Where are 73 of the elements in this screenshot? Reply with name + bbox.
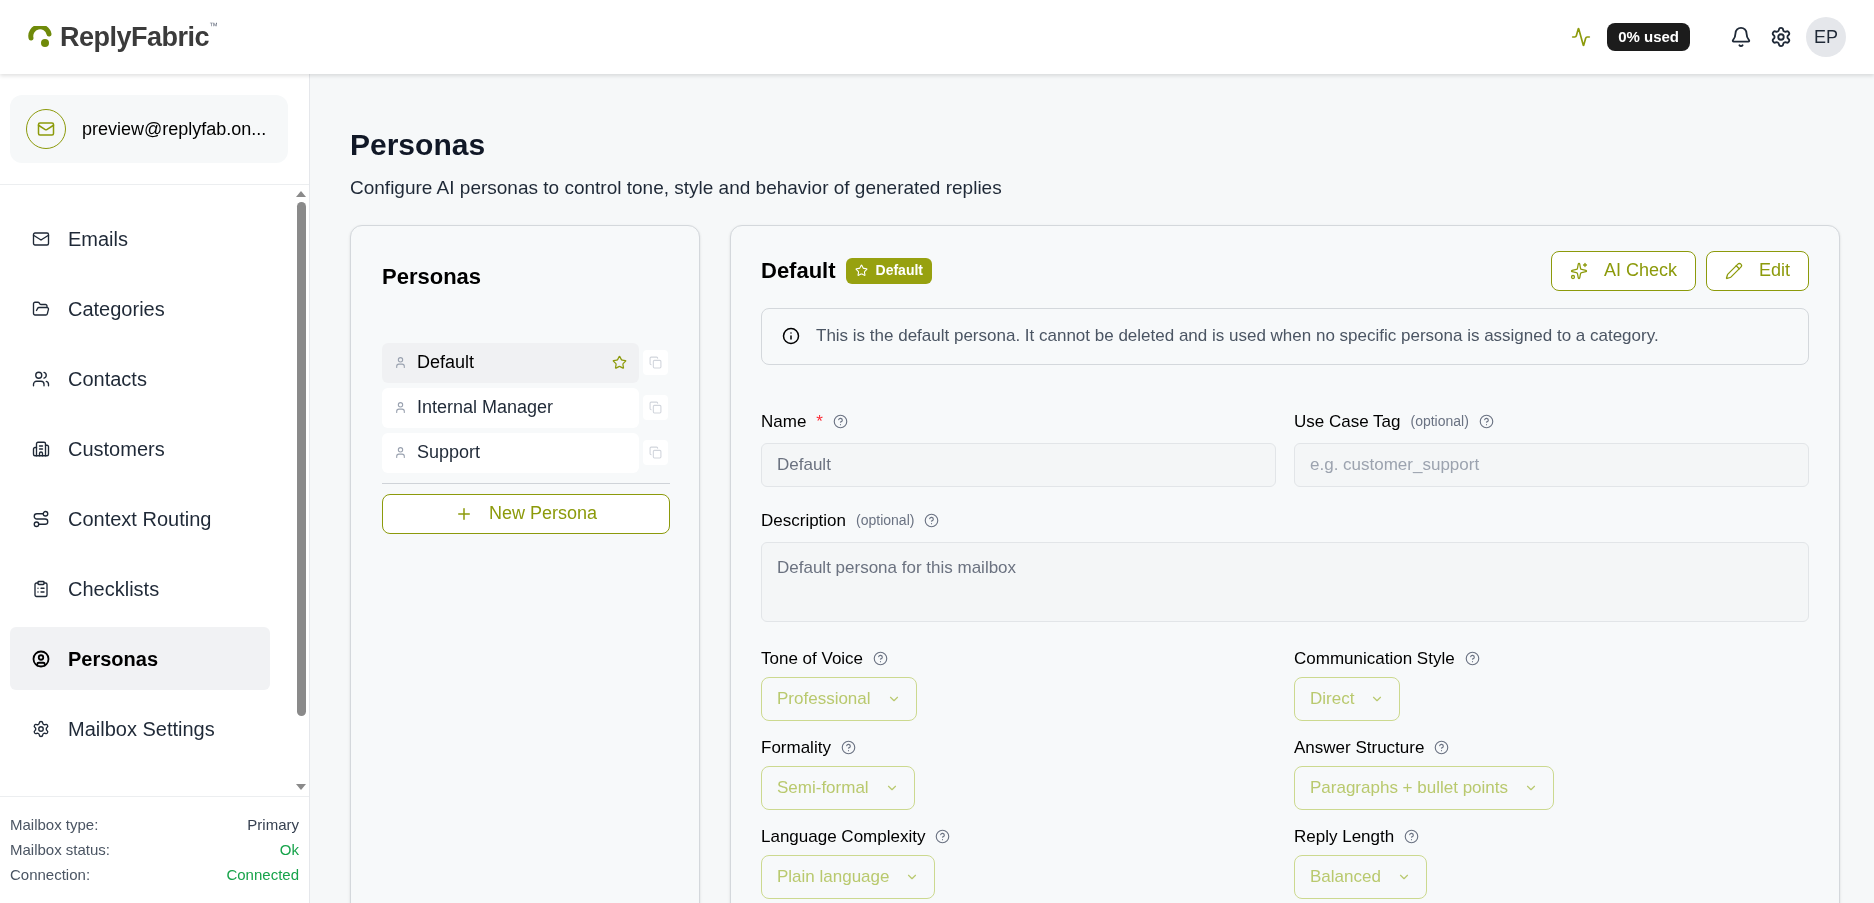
- scroll-up-icon[interactable]: [296, 190, 306, 198]
- nav-item[interactable]: Customers: [10, 417, 270, 480]
- help-icon: [1404, 829, 1420, 844]
- field-label: Tone of Voice: [761, 647, 864, 670]
- field-label: Communication Style: [1294, 647, 1455, 670]
- copy-icon: [649, 446, 663, 459]
- help-icon: [935, 829, 951, 844]
- optional-hint: (optional): [1410, 412, 1469, 431]
- field-label: Answer Structure: [1294, 736, 1425, 759]
- nav-icon: [32, 509, 50, 528]
- page-title: Personas: [350, 127, 487, 163]
- default-badge: Default: [845, 257, 932, 284]
- help-icon: [924, 513, 940, 528]
- persona-item[interactable]: Default: [382, 342, 640, 383]
- field-label: Formality: [761, 736, 831, 759]
- nav-item[interactable]: Contacts: [10, 347, 270, 410]
- persona-item[interactable]: Internal Manager: [382, 387, 640, 428]
- nav-item[interactable]: Personas: [10, 627, 270, 690]
- nav-icon: [32, 299, 50, 318]
- help-icon: [840, 740, 856, 755]
- nav-item[interactable]: Context Routing: [10, 487, 270, 550]
- help-icon: [873, 651, 889, 666]
- field-label: Reply Length: [1294, 825, 1395, 848]
- nav-item[interactable]: Mailbox Settings: [10, 697, 270, 760]
- persona-item[interactable]: Support: [382, 432, 640, 473]
- optional-hint: (optional): [856, 511, 915, 530]
- nav-icon: [32, 719, 50, 738]
- sparkles-icon: [1569, 261, 1588, 280]
- copy-icon: [649, 401, 663, 414]
- field-label: Name: [761, 410, 807, 433]
- card-title: Personas: [382, 262, 483, 291]
- nav-icon: [32, 229, 50, 248]
- help-icon: [1434, 740, 1450, 755]
- nav-icon: [32, 369, 50, 388]
- logo-icon: [28, 26, 54, 48]
- required-asterisk: *: [816, 410, 823, 433]
- person-icon: [394, 356, 407, 369]
- status-label: Mailbox type:: [10, 815, 99, 836]
- help-icon: [833, 414, 848, 429]
- status-value: Primary: [247, 815, 299, 836]
- logo-text: ReplyFabric: [60, 20, 210, 54]
- status-label: Connection:: [10, 865, 91, 886]
- status-value: Connected: [226, 865, 299, 886]
- persona-title: Default: [761, 257, 836, 285]
- field-label: Description: [761, 509, 847, 532]
- notifications-icon[interactable]: [1730, 26, 1752, 48]
- trademark: ™: [209, 20, 219, 33]
- pencil-icon: [1724, 261, 1743, 280]
- person-icon: [394, 446, 407, 459]
- status-value: Ok: [279, 840, 299, 861]
- nav-icon: [32, 579, 50, 598]
- nav-item[interactable]: Emails: [10, 207, 270, 270]
- star-icon: [854, 264, 868, 277]
- activity-icon: [1571, 27, 1592, 47]
- info-icon: [782, 327, 800, 345]
- scroll-down-icon[interactable]: [296, 783, 306, 791]
- status-label: Mailbox status:: [10, 840, 111, 861]
- field-label: Language Complexity: [761, 825, 926, 848]
- help-icon: [1478, 414, 1494, 429]
- copy-icon: [649, 356, 663, 369]
- nav-icon: [32, 649, 50, 668]
- nav-item[interactable]: Categories: [10, 277, 270, 340]
- account-selector[interactable]: preview@replyfab.on...: [10, 95, 288, 163]
- nav-item[interactable]: Checklists: [10, 557, 270, 620]
- info-text: This is the default persona. It cannot be deleted and is used when no specific persona is assigned to a category.: [816, 325, 1659, 348]
- usage-badge: 0% used: [1607, 22, 1690, 52]
- settings-icon[interactable]: [1770, 26, 1792, 48]
- avatar[interactable]: EP: [1806, 17, 1846, 57]
- person-icon: [394, 401, 407, 414]
- field-label: Use Case Tag: [1294, 410, 1401, 433]
- nav-icon: [32, 439, 50, 458]
- page-subtitle: Configure AI personas to control tone, style and behavior of generated replies: [350, 176, 1003, 200]
- help-icon: [1464, 651, 1480, 666]
